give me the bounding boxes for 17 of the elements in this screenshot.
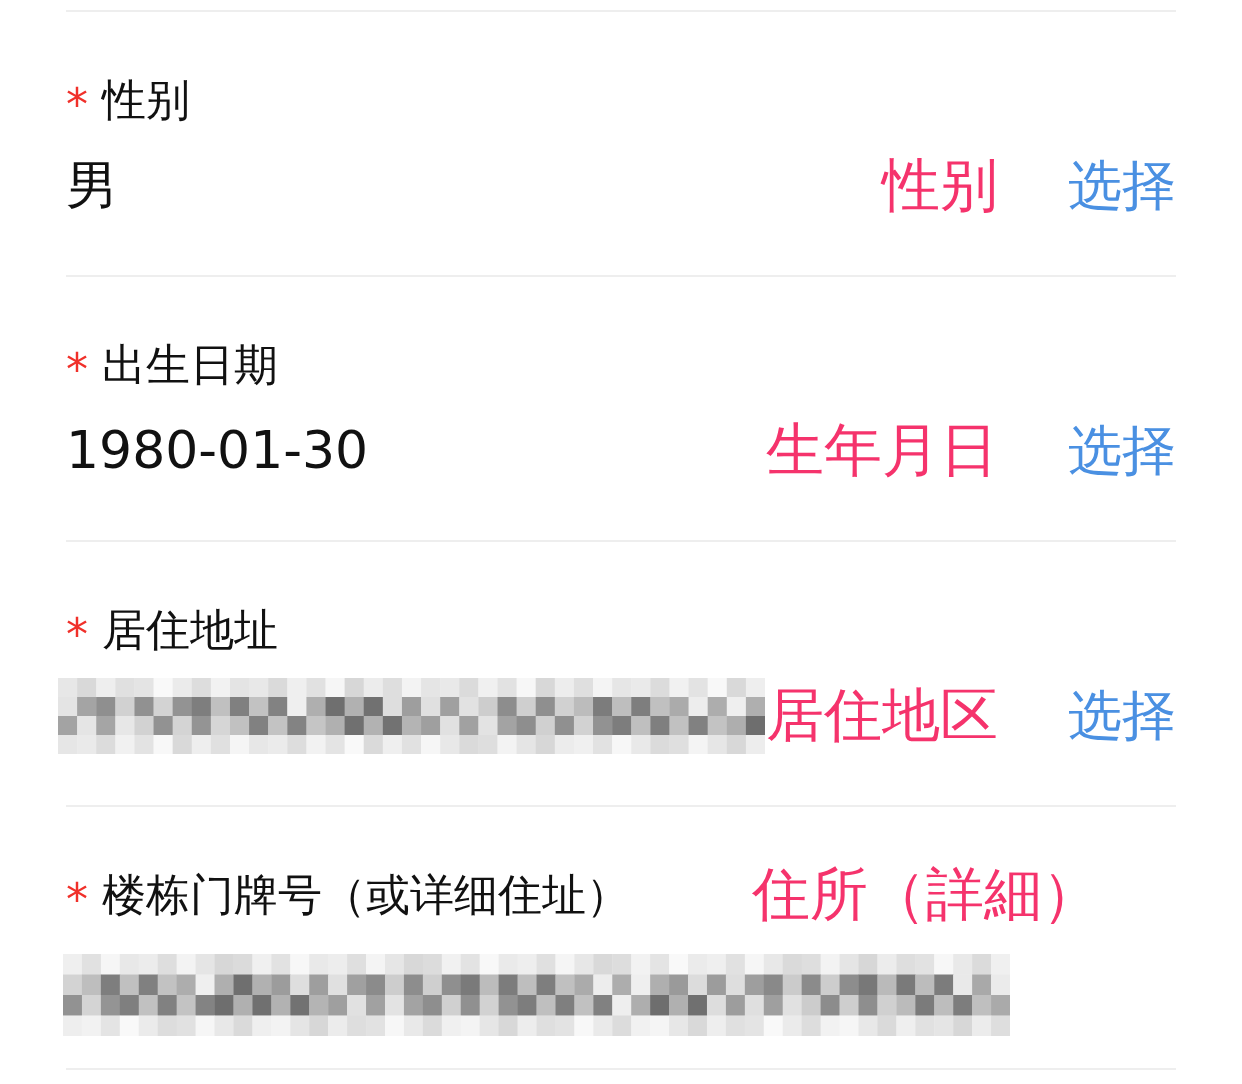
select-button[interactable]: 选择 <box>1068 156 1176 216</box>
field-label: 楼栋门牌号（或详细住址） <box>102 870 630 920</box>
select-button[interactable]: 选择 <box>1068 686 1176 746</box>
required-asterisk: * <box>66 78 88 127</box>
required-asterisk: * <box>66 343 88 392</box>
field-label: 居住地址 <box>102 605 278 655</box>
field-value: 1980-01-30 <box>66 422 369 480</box>
annotation-text: 生年月日 <box>766 419 998 483</box>
field-label: 性别 <box>102 75 190 125</box>
annotation-text: 住所（詳細） <box>752 863 1100 927</box>
field-value: 男 <box>66 157 118 215</box>
annotation-text: 性别 <box>882 154 998 218</box>
field-label: 出生日期 <box>102 340 278 390</box>
select-button[interactable]: 选择 <box>1068 421 1176 481</box>
required-asterisk: * <box>66 873 88 922</box>
annotation-text: 居住地区 <box>766 684 998 748</box>
required-asterisk: * <box>66 608 88 657</box>
